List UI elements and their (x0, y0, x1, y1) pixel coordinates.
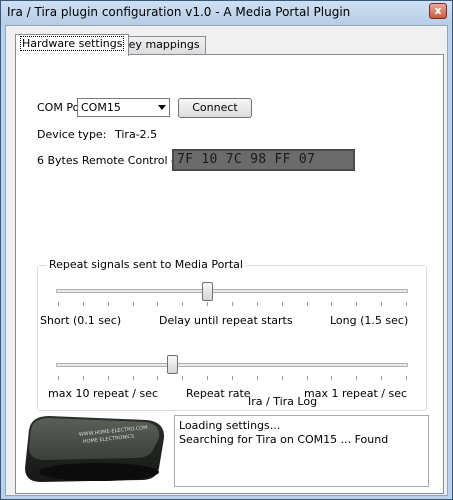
rate-center-label: Repeat rate (186, 387, 251, 400)
tab-hardware-settings[interactable]: Hardware settings (15, 34, 130, 56)
window-title: Ira / Tira plugin configuration v1.0 - A… (7, 5, 351, 19)
log-line: Searching for Tira on COM15 ... Found (179, 433, 389, 446)
slider-tick (306, 302, 308, 306)
device-type-label: Device type: (37, 128, 107, 141)
slider-tick (381, 302, 383, 306)
log-textbox[interactable]: Loading settings... Searching for Tira o… (174, 415, 429, 487)
slider-tick (281, 376, 283, 380)
slider-tick (406, 376, 407, 380)
slider-tick (381, 376, 383, 380)
slider-tick (58, 302, 59, 306)
slider-tick (406, 302, 407, 306)
rate-max-label: max 1 repeat / sec (304, 387, 408, 400)
rate-slider-thumb[interactable] (167, 355, 179, 374)
repeat-signals-group: Repeat signals sent to Media Portal Shor… (37, 258, 427, 411)
slider-tick (182, 376, 184, 380)
slider-tick (356, 376, 358, 380)
slider-tick (331, 302, 333, 306)
delay-max-label: Long (1.5 sec) (330, 314, 409, 327)
chevron-down-icon (158, 105, 166, 110)
close-icon: x (434, 4, 442, 17)
slider-tick (82, 376, 84, 380)
slider-tick (132, 376, 134, 380)
slider-tick (157, 376, 159, 380)
delay-center-label: Delay until repeat starts (159, 314, 293, 327)
com-port-select[interactable]: COM15 (77, 98, 170, 117)
tira-device-image: WWW.HOME-ELECTRO.COM HOME ELECTRONICS (25, 416, 165, 482)
slider-tick (256, 376, 258, 380)
delay-min-label: Short (0.1 sec) (40, 314, 122, 327)
client-area: Hardware settings Key mappings COM Port:… (5, 25, 448, 496)
slider-tick (182, 302, 184, 306)
slider-tick (281, 302, 283, 306)
rate-min-label: max 10 repeat / sec (48, 387, 159, 400)
slider-tick (232, 376, 233, 380)
slider-tick (306, 376, 308, 380)
com-port-value: COM15 (81, 101, 121, 114)
delay-slider-thumb[interactable] (202, 282, 214, 301)
slider-tick (256, 302, 258, 306)
tab-hardware-settings-label: Hardware settings (19, 36, 125, 51)
slider-tick (107, 376, 109, 380)
tab-key-mappings-label: Key mappings (122, 38, 200, 51)
repeat-group-title: Repeat signals sent to Media Portal (46, 258, 246, 271)
slider-tick (58, 376, 59, 380)
slider-tick (207, 302, 209, 306)
slider-tick (331, 376, 333, 380)
connect-button[interactable]: Connect (178, 98, 252, 118)
slider-tick (356, 302, 358, 306)
close-button[interactable]: x (429, 3, 447, 19)
remote-code-display: 7F 10 7C 98 FF 07 (172, 149, 355, 171)
log-title: Ira / Tira Log (248, 395, 318, 408)
slider-tick (207, 376, 209, 380)
delay-slider-track[interactable] (56, 289, 408, 293)
slider-tick (82, 302, 84, 306)
slider-tick (107, 302, 109, 306)
slider-tick (232, 302, 233, 306)
main-window: Ira / Tira plugin configuration v1.0 - A… (0, 0, 453, 500)
device-type-value: Tira-2.5 (115, 128, 158, 141)
slider-tick (157, 302, 159, 306)
slider-tick (132, 302, 134, 306)
hardware-settings-page: COM Port: COM15 Connect Device type: Tir… (15, 54, 444, 494)
rate-slider-track[interactable] (56, 363, 408, 367)
title-bar[interactable]: Ira / Tira plugin configuration v1.0 - A… (1, 1, 452, 25)
log-line: Loading settings... (179, 419, 281, 432)
